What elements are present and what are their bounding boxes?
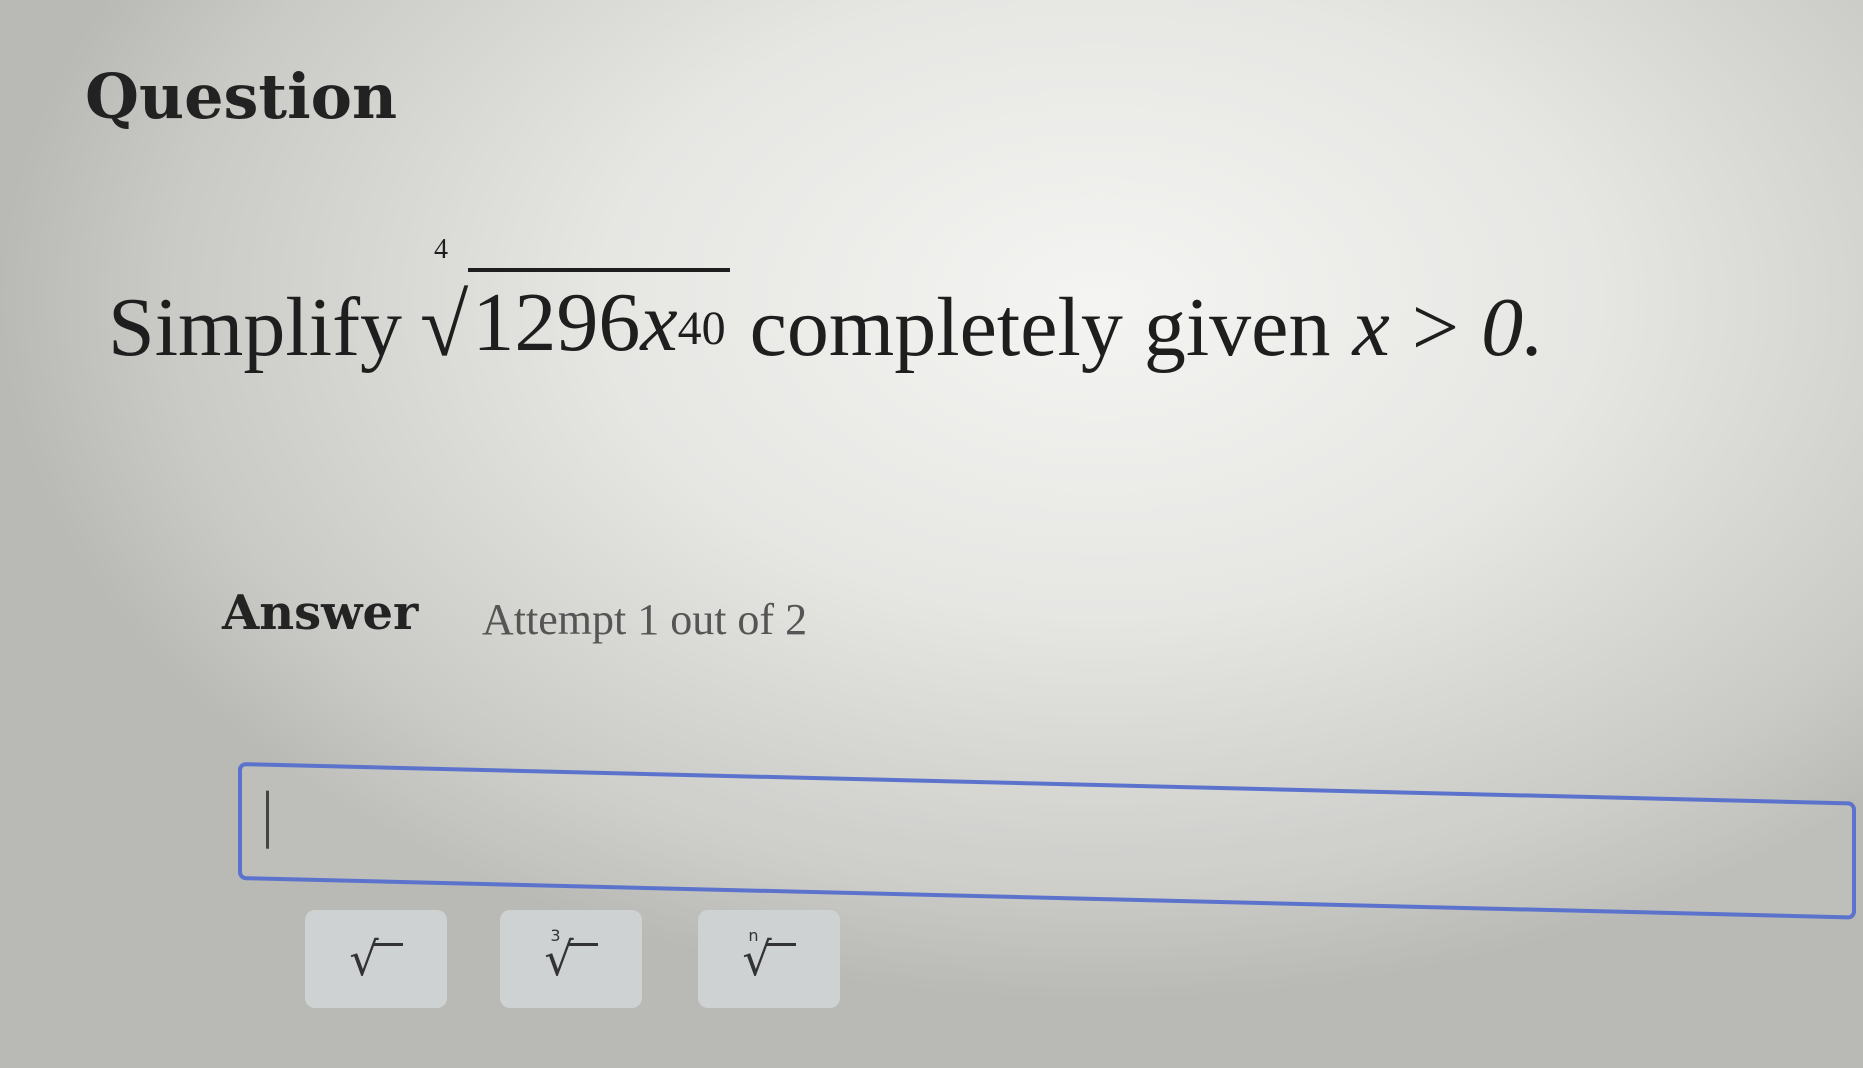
radicand: 1296 x 40 [468,268,730,371]
radicand-variable: x [640,276,678,369]
radical-index: 4 [434,234,449,265]
radicand-coefficient: 1296 [472,276,641,369]
condition-variable: x [1352,281,1390,374]
cube-root-button[interactable]: 3 √ [500,910,642,1008]
radical-expression: 4 √ 1296 x 40 [420,234,730,375]
answer-label: Answer [222,585,419,641]
radicand-exponent: 40 [677,302,726,355]
condition-operator: > [1411,281,1460,374]
text-caret [266,790,269,849]
nth-root-button[interactable]: n √ [698,910,840,1008]
square-root-button[interactable]: √ [305,910,447,1008]
attempt-counter: Attempt 1 out of 2 [482,595,808,644]
cube-root-icon: 3 √ [544,926,598,986]
square-root-icon: √ [349,932,403,986]
question-prompt: Simplify 4 √ 1296 x 40 completely given … [108,234,1545,376]
prompt-middle: completely given [749,281,1331,374]
answer-input[interactable] [238,762,1856,920]
condition-value: 0. [1481,281,1545,374]
nth-root-icon: n √ [742,926,796,986]
radical-sign-icon: √ [420,278,469,375]
question-title: Question [85,60,398,133]
prompt-prefix: Simplify [108,281,403,374]
